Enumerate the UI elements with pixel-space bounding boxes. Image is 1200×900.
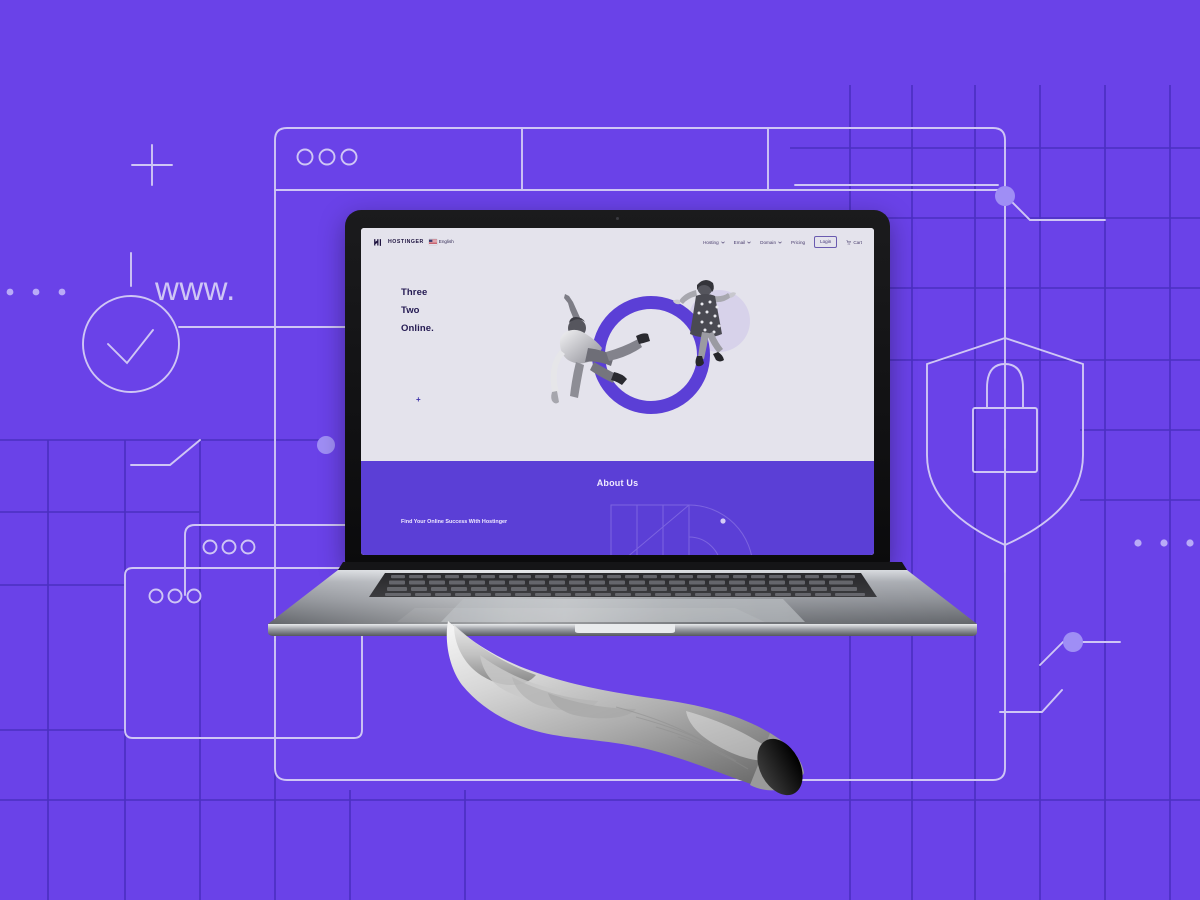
language-selector[interactable]: English xyxy=(428,239,454,245)
hand-illustration xyxy=(446,621,804,796)
cart-icon xyxy=(846,239,852,245)
site-navbar: HOSTINGER English Hosting Email Domain P… xyxy=(361,228,874,256)
browser-dot xyxy=(296,148,314,166)
us-flag-icon xyxy=(428,239,437,245)
laptop-screen: HOSTINGER English Hosting Email Domain P… xyxy=(361,228,874,555)
hostinger-logo-icon xyxy=(374,238,381,246)
brand-logo[interactable]: HOSTINGER xyxy=(373,238,424,247)
nav-item-label: Domain xyxy=(760,239,777,245)
hand-holding-laptop xyxy=(440,615,860,810)
browser-dot xyxy=(186,588,202,604)
chevron-down-icon xyxy=(778,241,782,244)
cart-button[interactable]: Cart xyxy=(846,240,862,245)
hero-headline: Three Two Online. xyxy=(401,284,434,338)
check-circle-icon xyxy=(82,295,180,393)
webcam-icon xyxy=(616,217,619,220)
laptop-device: HOSTINGER English Hosting Email Domain P… xyxy=(265,210,980,650)
nav-item-domain[interactable]: Domain xyxy=(760,240,782,245)
www-label: www. xyxy=(155,270,236,307)
browser-dot xyxy=(202,539,218,555)
jumping-figures xyxy=(550,279,736,404)
chevron-down-icon xyxy=(747,241,751,244)
browser-dot xyxy=(167,588,183,604)
about-geometric-art xyxy=(610,504,752,555)
browser-dot xyxy=(221,539,237,555)
headline-line-2: Two xyxy=(401,305,420,317)
browser-dot xyxy=(148,588,164,604)
about-title: About Us xyxy=(596,478,639,488)
nav-item-email[interactable]: Email xyxy=(734,240,752,245)
laptop-lid: HOSTINGER English Hosting Email Domain P… xyxy=(345,210,890,565)
jumping-woman xyxy=(673,279,736,367)
jumping-man xyxy=(550,294,650,404)
browser-dot xyxy=(318,148,336,166)
website-viewport: HOSTINGER English Hosting Email Domain P… xyxy=(361,228,874,555)
nav-item-hosting[interactable]: Hosting xyxy=(703,240,725,245)
headline-line-1: Three xyxy=(401,287,428,298)
hero-section: Three Two Online. + xyxy=(361,256,874,461)
dot-row-left xyxy=(6,288,66,296)
scene-canvas: www. HOSTINGER English Hosting Email Dom… xyxy=(0,0,1200,900)
circuit-node-dot xyxy=(1063,632,1083,652)
hero-artwork xyxy=(536,266,766,451)
login-button[interactable]: Login xyxy=(814,236,838,248)
dot-row-right xyxy=(1134,539,1194,547)
chevron-down-icon xyxy=(720,241,725,244)
circuit-node-dot xyxy=(995,186,1015,206)
browser-dot xyxy=(340,148,358,166)
cart-label: Cart xyxy=(853,239,862,245)
browser-dot xyxy=(240,539,256,555)
geo-dot xyxy=(720,518,726,524)
about-section: About Us Find Your Online Success With H… xyxy=(361,461,874,555)
plus-marker xyxy=(131,144,173,186)
nav-item-label: Email xyxy=(733,239,746,245)
about-subtitle: Find Your Online Success With Hostinger xyxy=(401,519,508,525)
nav-item-pricing[interactable]: Pricing xyxy=(791,240,805,245)
nav-item-label: Pricing xyxy=(791,239,806,245)
headline-line-3: Online. xyxy=(401,323,434,335)
palm xyxy=(446,621,802,787)
hero-plus-marker: + xyxy=(416,395,421,404)
nav-item-label: Hosting xyxy=(703,239,719,245)
brand-name: HOSTINGER xyxy=(388,239,424,245)
nav-links: Hosting Email Domain Pricing Login Cart xyxy=(703,236,862,248)
language-label: English xyxy=(438,239,454,245)
